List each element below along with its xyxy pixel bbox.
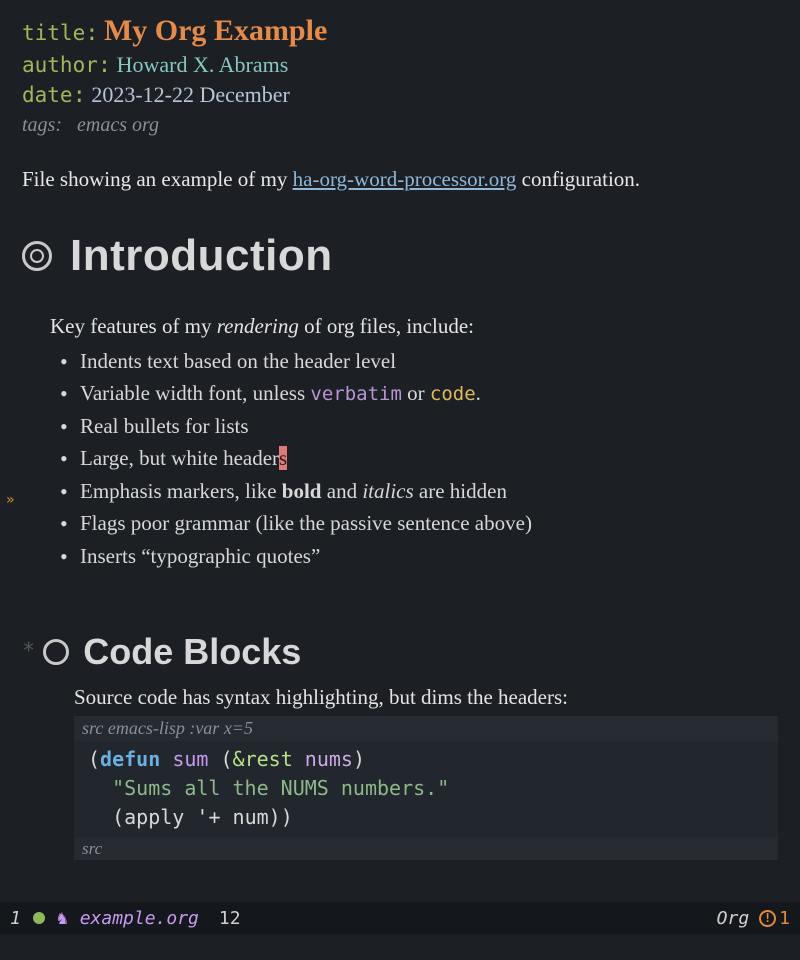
- heading-introduction[interactable]: Introduction: [22, 231, 778, 281]
- h2-text: Code Blocks: [83, 631, 301, 673]
- meta-key-author: author: [22, 53, 98, 77]
- h1-text: Introduction: [70, 231, 333, 281]
- src-end-line: src: [74, 838, 778, 860]
- code-intro-text: Source code has syntax highlighting, but…: [74, 685, 778, 710]
- list-item: Flags poor grammar (like the passive sen…: [50, 508, 778, 538]
- editor-buffer[interactable]: title: My Org Example author: Howard X. …: [0, 0, 800, 900]
- minibuffer[interactable]: [0, 934, 800, 960]
- src-body[interactable]: (defun sum (&rest nums) "Sums all the NU…: [74, 741, 778, 838]
- window-number: 1: [10, 908, 21, 929]
- modeline[interactable]: 1 ♞ example.org 12 Org ! 1: [0, 902, 800, 934]
- meta-tags: tags: emacs org: [22, 114, 778, 137]
- meta-key-date: date: [22, 83, 73, 107]
- list-item: Large, but white headers: [50, 443, 778, 473]
- tags-value: emacs org: [77, 114, 159, 136]
- title-value: My Org Example: [104, 14, 327, 47]
- src-begin-line: src emacs-lisp :var x=5: [74, 716, 778, 741]
- features-list: Indents text based on the header level V…: [50, 346, 778, 571]
- major-mode[interactable]: Org: [717, 908, 750, 929]
- list-item: Emphasis markers, like bold and italics …: [50, 476, 778, 506]
- list-item: Indents text based on the header level: [50, 346, 778, 376]
- meta-title: title: My Org Example: [22, 14, 778, 48]
- project-icon: ♞: [57, 908, 68, 929]
- meta-key-title: title: [22, 21, 85, 45]
- features-lead: Key features of my rendering of org file…: [50, 311, 778, 341]
- warning-count: 1: [779, 908, 790, 929]
- heading-code-blocks[interactable]: * Code Blocks: [22, 631, 778, 673]
- flycheck-warning[interactable]: ! 1: [759, 908, 790, 929]
- heading-star-icon: *: [22, 639, 35, 664]
- heading-bullet-icon: [22, 241, 52, 271]
- date-value: 2023-12-22 December: [91, 82, 290, 107]
- intro-paragraph: File showing an example of my ha-org-wor…: [22, 165, 778, 193]
- buffer-state-icon: [33, 912, 45, 924]
- features-block: Key features of my rendering of org file…: [50, 311, 778, 571]
- meta-date: date: 2023-12-22 December: [22, 82, 778, 108]
- meta-key-tags: tags:: [22, 114, 62, 136]
- text-cursor: s: [279, 446, 287, 470]
- line-number: 12: [219, 908, 241, 929]
- author-value: Howard X. Abrams: [117, 52, 289, 77]
- source-block[interactable]: src emacs-lisp :var x=5 (defun sum (&res…: [74, 716, 778, 860]
- fringe-indicator-icon: »: [6, 492, 14, 508]
- heading-bullet-icon: [43, 639, 69, 665]
- meta-author: author: Howard X. Abrams: [22, 52, 778, 78]
- config-link[interactable]: ha-org-word-processor.org: [293, 167, 517, 191]
- list-item: Variable width font, unless verbatim or …: [50, 378, 778, 409]
- list-item: Real bullets for lists: [50, 411, 778, 441]
- warning-icon: !: [759, 910, 776, 927]
- list-item: Inserts “typographic quotes”: [50, 541, 778, 571]
- buffer-name[interactable]: example.org: [80, 908, 199, 929]
